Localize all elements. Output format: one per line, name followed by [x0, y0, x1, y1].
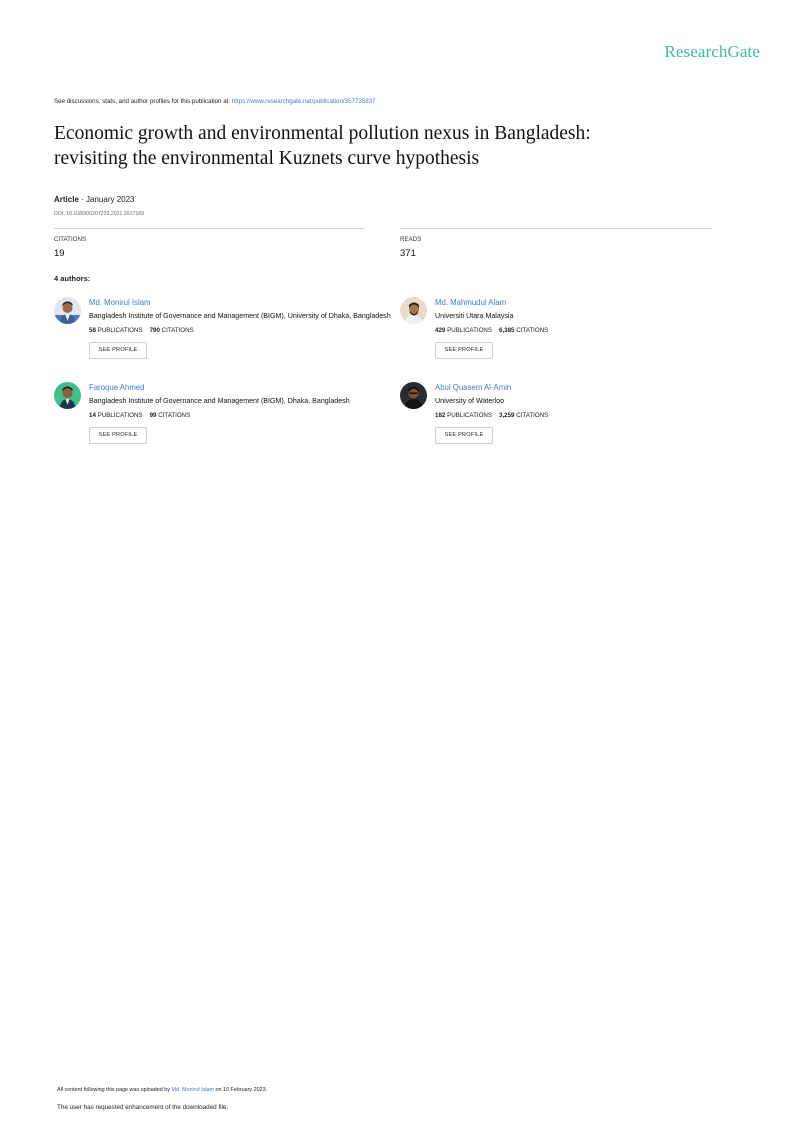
avatar[interactable] — [400, 297, 427, 324]
citations-label: CITATIONS — [158, 412, 191, 419]
researchgate-logo[interactable]: ResearchGate — [664, 42, 760, 62]
citation-count: 99 — [149, 412, 157, 419]
citation-count: 790 — [149, 327, 160, 334]
citations-divider — [54, 228, 365, 229]
publications-label: PUBLICATIONS — [97, 327, 143, 334]
author-institution: University of Waterloo — [435, 397, 505, 405]
publication-count: 182 — [435, 412, 446, 419]
upload-suffix: on 10 February 2023. — [214, 1087, 268, 1093]
discussion-notice: See discussions, stats, and author profi… — [54, 98, 376, 105]
citation-count: 6,385 — [499, 327, 515, 334]
author-stats: 58 PUBLICATIONS 790 CITATIONS — [89, 327, 194, 334]
author-institution: Bangladesh Institute of Governance and M… — [89, 397, 350, 405]
publications-label: PUBLICATIONS — [97, 412, 143, 419]
citation-count: 3,259 — [499, 412, 515, 419]
uploader-link[interactable]: Md. Monirul Islam — [171, 1087, 214, 1093]
discussion-prefix: See discussions, stats, and author profi… — [54, 98, 232, 105]
upload-prefix: All content following this page was uplo… — [57, 1087, 172, 1093]
avatar[interactable] — [400, 382, 427, 409]
paper-title-line-2: revisiting the environmental Kuznets cur… — [54, 148, 480, 169]
see-profile-button[interactable]: SEE PROFILE — [435, 427, 493, 444]
publication-count: 14 — [89, 412, 96, 419]
author-stats: 182 PUBLICATIONS 3,259 CITATIONS — [435, 412, 548, 419]
author-name[interactable]: Faroque Ahmed — [89, 383, 144, 392]
author-stats: 14 PUBLICATIONS 99 CITATIONS — [89, 412, 190, 419]
author-card: Faroque Ahmed Bangladesh Institute of Go… — [54, 382, 394, 452]
author-card: Md. Monirul Islam Bangladesh Institute o… — [54, 297, 394, 367]
publications-label: PUBLICATIONS — [447, 412, 492, 419]
author-name[interactable]: Md. Monirul Islam — [89, 298, 151, 307]
publication-count: 429 — [435, 327, 446, 334]
author-card: Md. Mahmudul Alam Universiti Utara Malay… — [400, 297, 740, 367]
enhancement-notice: The user has requested enhancement of th… — [57, 1104, 229, 1111]
author-name[interactable]: Abul Quasem Al-Amin — [435, 383, 511, 392]
see-profile-button[interactable]: SEE PROFILE — [435, 342, 493, 359]
author-institution: Bangladesh Institute of Governance and M… — [89, 312, 391, 320]
paper-doi: DOI: 10.1080/00207233.2021.2017169 — [54, 211, 144, 217]
author-institution: Universiti Utara Malaysia — [435, 312, 514, 320]
author-card: Abul Quasem Al-Amin University of Waterl… — [400, 382, 740, 452]
author-stats: 429 PUBLICATIONS 6,385 CITATIONS — [435, 327, 548, 334]
reads-divider — [400, 228, 712, 229]
publication-link[interactable]: https://www.researchgate.net/publication… — [232, 98, 376, 105]
citations-count: 19 — [54, 248, 65, 259]
citations-label: CITATIONS — [161, 327, 194, 334]
author-name[interactable]: Md. Mahmudul Alam — [435, 298, 506, 307]
upload-notice: All content following this page was uplo… — [57, 1087, 267, 1093]
see-profile-button[interactable]: SEE PROFILE — [89, 342, 147, 359]
reads-count: 371 — [400, 248, 416, 259]
publications-label: PUBLICATIONS — [447, 327, 492, 334]
avatar[interactable] — [54, 382, 81, 409]
see-profile-button[interactable]: SEE PROFILE — [89, 427, 147, 444]
paper-date: · January 2023 — [81, 195, 135, 204]
paper-title-line-1: Economic growth and environmental pollut… — [54, 123, 591, 144]
reads-label: READS — [400, 236, 422, 243]
paper-type: Article — [54, 195, 79, 204]
citations-label: CITATIONS — [516, 412, 549, 419]
paper-meta: Article · January 2023 — [54, 195, 135, 204]
citations-label: CITATIONS — [54, 236, 87, 243]
citations-label: CITATIONS — [516, 327, 549, 334]
authors-heading: 4 authors: — [54, 274, 91, 283]
publication-count: 58 — [89, 327, 96, 334]
paper-title: Economic growth and environmental pollut… — [54, 121, 754, 171]
avatar[interactable] — [54, 297, 81, 324]
